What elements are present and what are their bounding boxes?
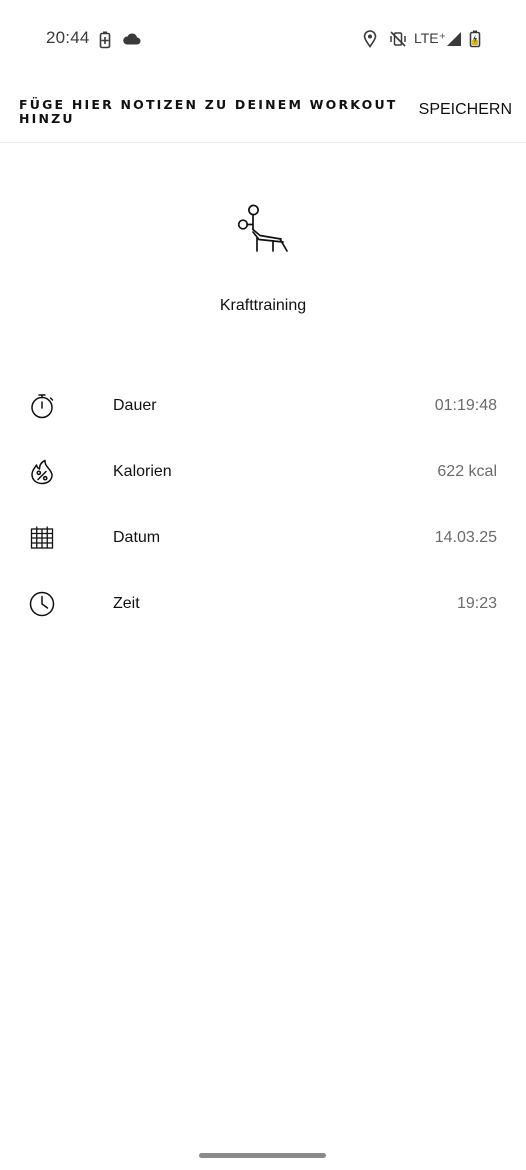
stat-value: 622 kcal <box>437 463 497 480</box>
status-bar: 20:44 LTE⁺ <box>0 0 526 78</box>
location-icon <box>363 30 377 48</box>
cloud-icon <box>123 33 141 45</box>
network-type: LTE⁺ <box>414 30 447 46</box>
stopwatch-icon <box>31 394 54 419</box>
clock-icon <box>29 591 55 617</box>
weight-bench-icon <box>237 204 288 252</box>
app-header: FÜGE HIER NOTIZEN ZU DEINEM WORKOUT HINZ… <box>0 78 526 143</box>
activity-name: Krafttraining <box>219 297 307 314</box>
stat-value: 19:23 <box>456 595 497 612</box>
flame-percent-icon <box>31 459 53 485</box>
save-button[interactable]: SPEICHERN <box>419 101 512 119</box>
vibrate-off-icon <box>390 31 406 47</box>
stat-row-calories: Kalorien 622 kcal <box>0 452 526 492</box>
stat-label: Kalorien <box>113 463 172 480</box>
stat-row-date: Datum 14.03.25 <box>0 518 526 558</box>
stat-value: 01:19:48 <box>434 397 497 414</box>
stat-value: 14.03.25 <box>434 529 497 546</box>
stat-label: Datum <box>113 529 161 546</box>
stat-label: Dauer <box>113 397 157 414</box>
stat-row-time: Zeit 19:23 <box>0 584 526 624</box>
battery-saver-icon <box>99 31 111 49</box>
home-indicator[interactable] <box>199 1153 326 1158</box>
calendar-grid-icon <box>30 526 54 549</box>
add-notes-prompt[interactable]: FÜGE HIER NOTIZEN ZU DEINEM WORKOUT HINZ… <box>19 98 399 126</box>
status-time: 20:44 <box>46 28 90 47</box>
stat-row-duration: Dauer 01:19:48 <box>0 386 526 426</box>
stat-label: Zeit <box>113 595 140 612</box>
battery-charging-icon <box>469 30 481 48</box>
signal-icon <box>447 32 461 46</box>
